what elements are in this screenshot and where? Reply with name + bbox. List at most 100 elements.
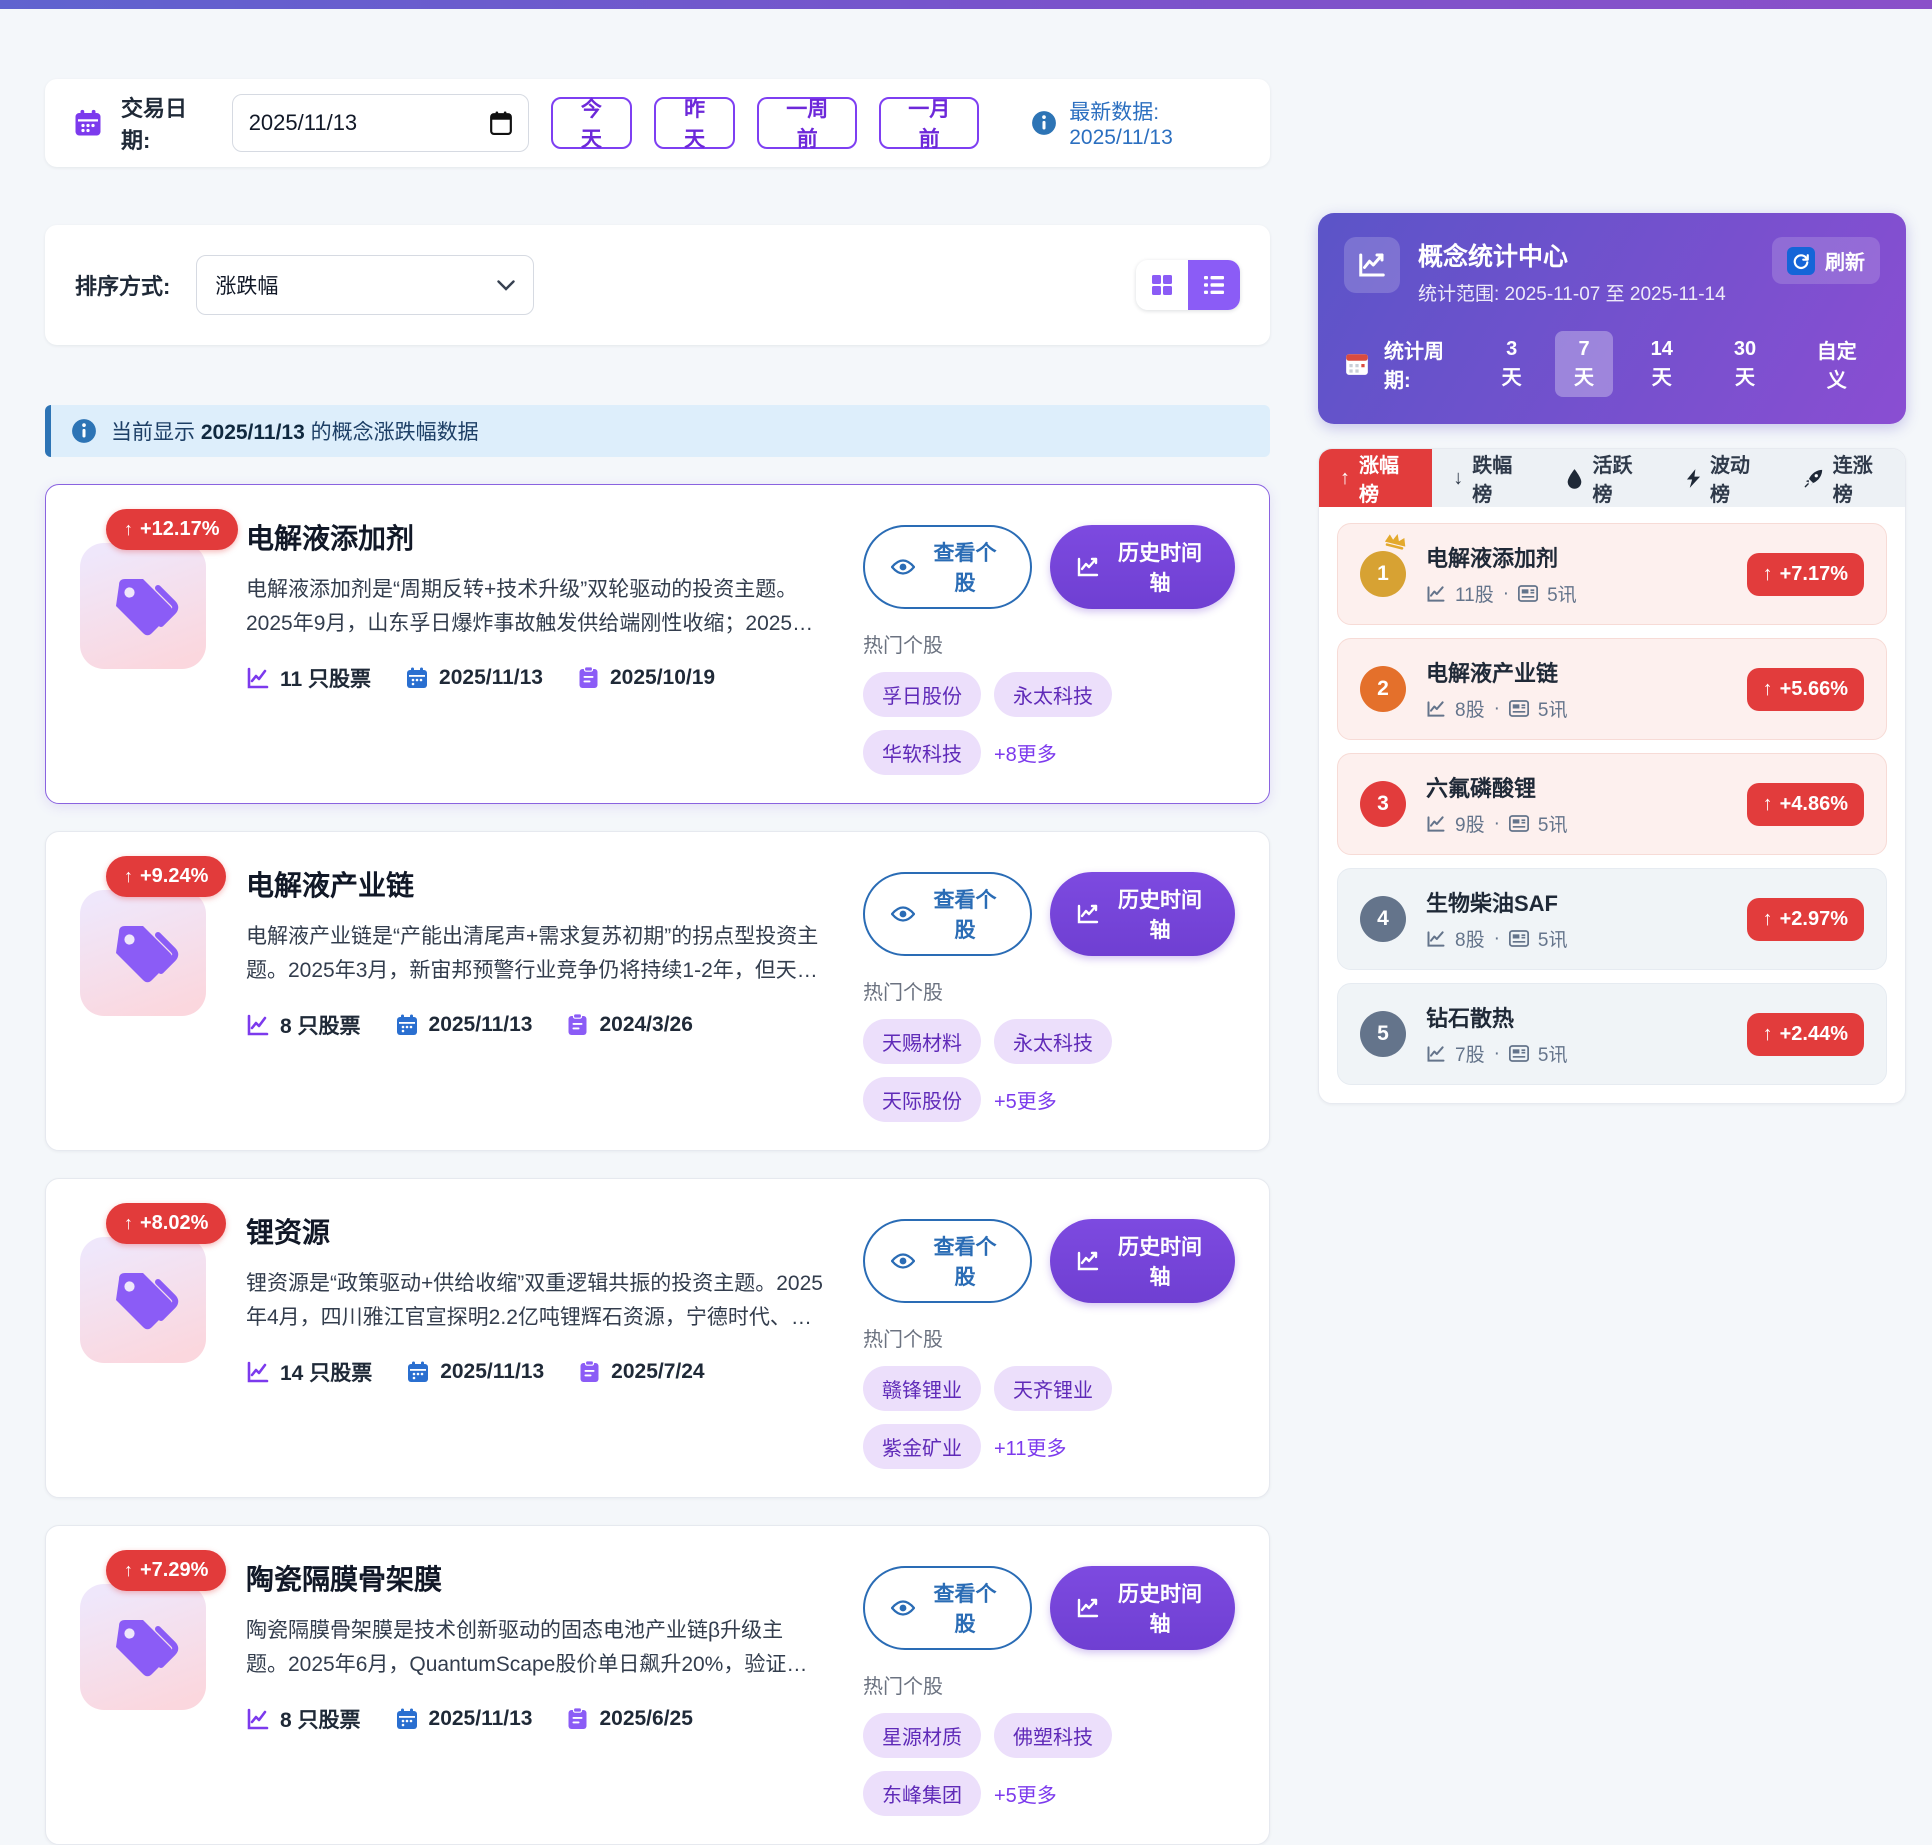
concept-body: 电解液产业链 电解液产业链是“产能出清尾声+需求复苏初期”的拐点型投资主题。20… (246, 860, 823, 1122)
trend-icon (1426, 1044, 1446, 1064)
period-7d-button[interactable]: 7天 (1555, 331, 1613, 397)
period-30d-button[interactable]: 30天 (1710, 331, 1779, 397)
week-ago-button[interactable]: 一周前 (757, 97, 857, 149)
concept-card[interactable]: ↑+12.17% 电解液添加剂 电解液添加剂是“周期反转+技术升级”双轮驱动的投… (45, 484, 1270, 804)
period-3d-button[interactable]: 3天 (1482, 331, 1540, 397)
hot-stocks-tags: 赣锋锂业 天齐锂业 紫金矿业 +11更多 (863, 1366, 1235, 1469)
view-stocks-button[interactable]: 查看个股 (863, 872, 1032, 956)
stock-tag[interactable]: 赣锋锂业 (863, 1366, 981, 1411)
stock-tag[interactable]: 佛塑科技 (994, 1713, 1112, 1758)
top-accent-bar (0, 0, 1932, 9)
calendar-blue-icon (405, 666, 429, 690)
dot-separator: · (1503, 583, 1509, 605)
rank-item-4[interactable]: 4 生物柴油SAF 8股 · 5讯 ↑+2.97% (1337, 868, 1887, 970)
concept-tile (80, 1237, 206, 1363)
rank-news-count: 5讯 (1538, 1040, 1568, 1067)
concept-card[interactable]: ↑+9.24% 电解液产业链 电解液产业链是“产能出清尾声+需求复苏初期”的拐点… (45, 831, 1270, 1151)
concept-tile (80, 543, 206, 669)
arrow-up-icon: ↑ (1763, 678, 1773, 701)
date-input[interactable]: 2025/11/13 (232, 94, 529, 152)
update-date: 2025/11/13 (395, 1707, 533, 1731)
stock-tag[interactable]: 星源材质 (863, 1713, 981, 1758)
rank-news-count: 5讯 (1538, 695, 1568, 722)
clipboard-purple-icon (566, 1013, 589, 1037)
concept-title: 陶瓷隔膜骨架膜 (246, 1558, 823, 1598)
more-stocks-link[interactable]: +5更多 (994, 1085, 1057, 1114)
timeline-chart-icon (1076, 902, 1100, 926)
rank-item-5[interactable]: 5 钻石散热 7股 · 5讯 ↑+2.44% (1337, 983, 1887, 1085)
trend-icon (1426, 699, 1446, 719)
history-timeline-button[interactable]: 历史时间轴 (1050, 872, 1235, 956)
more-stocks-link[interactable]: +11更多 (994, 1432, 1066, 1461)
rank-change-badge: ↑+4.86% (1747, 783, 1864, 826)
dot-separator: · (1494, 698, 1500, 720)
calendar-blue-icon (395, 1013, 419, 1037)
stock-tag[interactable]: 东峰集团 (863, 1771, 981, 1816)
concept-description: 电解液产业链是“产能出清尾声+需求复苏初期”的拐点型投资主题。2025年3月，新… (246, 920, 823, 988)
stock-tag[interactable]: 永太科技 (994, 1019, 1112, 1064)
sort-selected-option: 涨跌幅 (215, 270, 278, 300)
period-custom-button[interactable]: 自定义 (1794, 328, 1880, 400)
refresh-icon (1787, 247, 1815, 275)
rank-change-badge: ↑+2.44% (1747, 1013, 1864, 1056)
tab-gainers[interactable]: ↑ 涨幅榜 (1319, 449, 1432, 507)
date-picker-icon[interactable] (490, 111, 512, 135)
rank-news-count: 5讯 (1547, 580, 1577, 607)
history-timeline-button[interactable]: 历史时间轴 (1050, 1219, 1235, 1303)
concept-description: 陶瓷隔膜骨架膜是技术创新驱动的固态电池产业链β升级主题。2025年6月，Quan… (246, 1614, 823, 1682)
stock-tag[interactable]: 天齐锂业 (994, 1366, 1112, 1411)
tab-active[interactable]: 活跃榜 (1545, 449, 1665, 507)
stock-tag[interactable]: 紫金矿业 (863, 1424, 981, 1469)
concept-actions: 查看个股 历史时间轴 热门个股 孚日股份 永太科技 华软科技 +8更多 (863, 513, 1235, 775)
rank-stock-count: 9股 (1455, 810, 1485, 837)
calendar-blue-icon (406, 1360, 430, 1384)
list-view-button[interactable] (1188, 260, 1240, 310)
trend-icon (246, 1707, 270, 1731)
stats-chart-icon (1344, 237, 1400, 293)
chevron-down-icon (497, 280, 515, 291)
tag-icon (107, 570, 179, 642)
today-button[interactable]: 今天 (551, 97, 632, 149)
tag-icon (107, 917, 179, 989)
hot-stocks-tags: 孚日股份 永太科技 华软科技 +8更多 (863, 672, 1235, 775)
concept-card[interactable]: ↑+8.02% 锂资源 锂资源是“政策驱动+供给收缩”双重逻辑共振的投资主题。2… (45, 1178, 1270, 1498)
stock-tag[interactable]: 天赐材料 (863, 1019, 981, 1064)
rank-item-3[interactable]: 3 六氟磷酸锂 9股 · 5讯 ↑+4.86% (1337, 753, 1887, 855)
stock-tag[interactable]: 永太科技 (994, 672, 1112, 717)
view-stocks-button[interactable]: 查看个股 (863, 525, 1032, 609)
more-stocks-link[interactable]: +5更多 (994, 1779, 1057, 1808)
tab-volatility[interactable]: 波动榜 (1665, 449, 1783, 507)
rank-item-1[interactable]: 1 电解液添加剂 11股 · 5讯 ↑+7.17% (1337, 523, 1887, 625)
more-stocks-link[interactable]: +8更多 (994, 738, 1057, 767)
arrow-up-icon: ↑ (124, 1560, 133, 1581)
eye-icon (891, 905, 915, 923)
stock-tag[interactable]: 天际股份 (863, 1077, 981, 1122)
concept-actions: 查看个股 历史时间轴 热门个股 天赐材料 永太科技 天际股份 +5更多 (863, 860, 1235, 1122)
view-stocks-button[interactable]: 查看个股 (863, 1566, 1032, 1650)
stock-tag[interactable]: 孚日股份 (863, 672, 981, 717)
refresh-button[interactable]: 刷新 (1772, 237, 1880, 284)
stock-tag[interactable]: 华软科技 (863, 730, 981, 775)
month-ago-button[interactable]: 一月前 (879, 97, 979, 149)
history-timeline-button[interactable]: 历史时间轴 (1050, 1566, 1235, 1650)
stock-count: 14 只股票 (246, 1357, 372, 1387)
grid-view-button[interactable] (1136, 260, 1188, 310)
tab-streak[interactable]: 连涨榜 (1783, 449, 1905, 507)
view-stocks-button[interactable]: 查看个股 (863, 1219, 1032, 1303)
sort-controls: 排序方式: 涨跌幅 (75, 255, 534, 315)
period-14d-button[interactable]: 14天 (1627, 331, 1696, 397)
sort-select[interactable]: 涨跌幅 (196, 255, 534, 315)
tab-losers[interactable]: ↓ 跌幅榜 (1432, 449, 1545, 507)
rank-number: 3 (1360, 781, 1406, 827)
arrow-down-icon: ↓ (1453, 467, 1463, 490)
rank-stock-count: 11股 (1455, 580, 1494, 607)
change-badge: ↑+7.29% (106, 1550, 226, 1591)
yesterday-button[interactable]: 昨天 (654, 97, 735, 149)
concept-card[interactable]: ↑+7.29% 陶瓷隔膜骨架膜 陶瓷隔膜骨架膜是技术创新驱动的固态电池产业链β升… (45, 1525, 1270, 1845)
rank-item-2[interactable]: 2 电解液产业链 8股 · 5讯 ↑+5.66% (1337, 638, 1887, 740)
clipboard-purple-icon (566, 1707, 589, 1731)
rank-change-badge: ↑+2.97% (1747, 898, 1864, 941)
history-timeline-button[interactable]: 历史时间轴 (1050, 525, 1235, 609)
droplet-icon (1566, 468, 1583, 489)
timeline-chart-icon (1076, 1596, 1100, 1620)
